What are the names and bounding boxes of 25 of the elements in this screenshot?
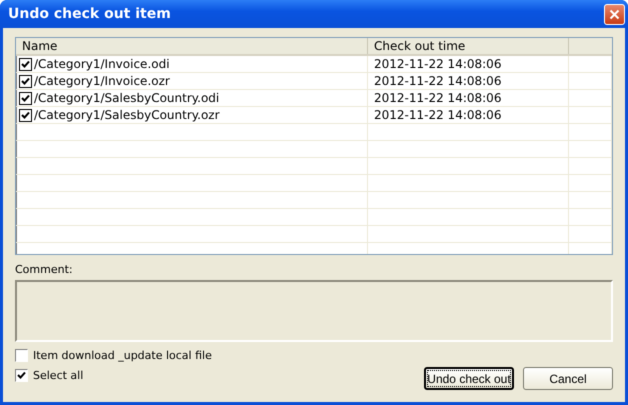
table-cell: /Category1/SalesbyCountry.odi — [34, 91, 220, 105]
comment-label: Comment: — [15, 263, 74, 276]
checkbox[interactable] — [15, 369, 28, 382]
close-icon — [609, 8, 620, 20]
checkbox[interactable] — [19, 108, 32, 122]
window-title: Undo check out item — [7, 6, 171, 22]
checkbox[interactable] — [19, 92, 32, 104]
table-cell: 2012-11-22 14:08:06 — [374, 91, 502, 105]
table-cell: 2012-11-22 14:08:06 — [374, 108, 502, 122]
checkbox[interactable] — [19, 58, 32, 70]
table-cell: /Category1/SalesbyCountry.ozr — [34, 108, 220, 122]
table-cell: /Category1/Invoice.ozr — [34, 74, 170, 88]
checkbox-label: Item download _update local file — [33, 349, 212, 362]
checkbox[interactable] — [15, 349, 28, 362]
comment-field[interactable] — [15, 280, 613, 342]
table-cell: 2012-11-22 14:08:06 — [374, 57, 502, 71]
column-header[interactable]: Check out time — [368, 38, 569, 54]
checkbox[interactable] — [19, 74, 32, 88]
close-button[interactable] — [604, 4, 625, 24]
column-header[interactable]: Name — [16, 38, 368, 54]
table-cell: /Category1/Invoice.odi — [34, 57, 170, 71]
dialog-button[interactable]: Undo check out — [424, 367, 514, 390]
checkbox-label: Select all — [33, 369, 84, 382]
table-cell: 2012-11-22 14:08:06 — [374, 74, 502, 88]
dialog-button[interactable]: Cancel — [523, 367, 613, 390]
